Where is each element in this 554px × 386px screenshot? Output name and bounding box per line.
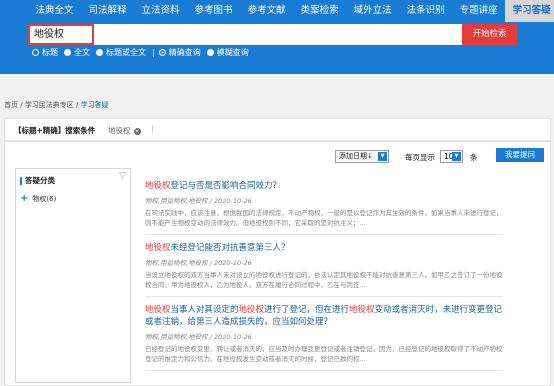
close-icon[interactable]: × <box>133 128 141 135</box>
search-button[interactable]: 开始检索 <box>462 24 517 45</box>
option-fuzzy[interactable]: 模糊查询 <box>206 47 249 58</box>
main-panel: 添加日期↓ ▼ 每页显示 10 ▼ 条 我要提问 答疑分类 ▽ + 物权(6) 地役权… <box>4 141 551 386</box>
highlight-term: 地役权 <box>145 305 171 315</box>
highlight-term: 地役权 <box>145 181 171 191</box>
highlight-term: 地役权 <box>349 305 375 315</box>
result-snippet: 已经登记的地役权变更、转让或者消灭的，应当及时办理变更登记或者注销登记。因为，已… <box>145 345 503 363</box>
title-text: 未经登记能否对抗善意第三人？ <box>170 243 290 253</box>
category-item-property[interactable]: + 物权(6) <box>20 193 56 204</box>
sort-select[interactable]: 添加日期↓ ▼ <box>335 150 389 163</box>
title-text: 进行了登记，但在进行 <box>264 305 350 315</box>
search-bar: 地役权 开始检索 <box>28 24 517 45</box>
result-snippet: 当设立地役权的双方当事人未对设立的地役权进行登记的，依法认定其地役权不能对抗善意… <box>145 271 503 289</box>
category-header: 答疑分类 <box>20 175 55 186</box>
category-panel: 答疑分类 ▽ + 物权(6) <box>15 168 131 383</box>
nav-item[interactable]: 立法资料 <box>134 0 187 22</box>
filter-label: 【标题+精确】搜索条件 <box>14 126 96 135</box>
breadcrumb: 首页 / 学习民法典专区 / 学习答疑 <box>4 101 109 109</box>
breadcrumb-current[interactable]: 学习答疑 <box>81 101 109 109</box>
breadcrumb-section[interactable]: 学习民法典专区 <box>25 101 74 109</box>
radio-icon <box>206 49 214 56</box>
nav-item[interactable]: 法典全文 <box>28 0 81 22</box>
search-input[interactable]: 地役权 <box>28 24 94 45</box>
highlight-term: 地役权 <box>238 305 265 315</box>
title-text: 登记与否是否影响合同效力？ <box>170 181 282 191</box>
header: 法典全文 司法解释 立法资料 参考图书 参考文献 类案检索 域外立法 法条识别 专题讲座 学习答疑… <box>0 0 554 74</box>
search-options: 标题 全文 标题或全文 | 精确查询 模糊查询 <box>32 47 255 58</box>
nav-item[interactable]: 司法解释 <box>81 0 134 22</box>
radio-icon <box>64 49 71 56</box>
option-exact[interactable]: 精确查询 <box>158 47 201 58</box>
ask-question-button[interactable]: 我要提问 <box>496 148 544 162</box>
chevron-down-icon: ▼ <box>452 152 461 161</box>
filter-bar: 【标题+精确】搜索条件 地役权 × | <box>4 118 551 141</box>
options-separator: | <box>152 48 155 57</box>
nav-item[interactable]: 类案检索 <box>293 0 346 22</box>
top-nav: 法典全文 司法解释 立法资料 参考图书 参考文献 类案检索 域外立法 法条识别 专题讲座 学习答疑 <box>28 0 554 22</box>
nav-item[interactable]: 参考文献 <box>240 0 293 22</box>
title-text: 当事人对其设定的 <box>170 305 239 315</box>
per-page-label: 每页显示 <box>405 153 435 162</box>
result-meta: 物权,用益物权,地役权 / 2020-10-26 <box>145 197 252 205</box>
nav-item[interactable]: 法条识别 <box>399 0 452 22</box>
radio-icon <box>96 49 103 56</box>
nav-item[interactable]: 学习答疑 <box>505 0 554 22</box>
breadcrumb-home[interactable]: 首页 <box>4 101 18 109</box>
page-size-select[interactable]: 10 ▼ <box>440 150 463 163</box>
unit-label: 条 <box>470 153 478 162</box>
result-item: 地役权当事人对其设定的地役权进行了登记，但在进行地役权变动或者消灭时，未进行变更… <box>145 297 503 371</box>
result-title[interactable]: 地役权登记与否是否影响合同效力？ <box>145 180 503 192</box>
result-snippet: 在司法实践中，应该注意，根据我国的法律规定，不动产物权，一般的是以登记作为其生效… <box>145 209 503 227</box>
result-title[interactable]: 地役权未经登记能否对抗善意第三人？ <box>145 242 503 254</box>
highlight-term: 地役权 <box>145 243 171 253</box>
radio-icon <box>32 49 39 56</box>
option-title[interactable]: 标题 <box>32 47 58 58</box>
results-list: 地役权登记与否是否影响合同效力？ 物权,用益物权,地役权 / 2020-10-26… <box>145 180 503 371</box>
plus-icon[interactable]: + <box>20 193 28 204</box>
option-title-or-fulltext[interactable]: 标题或全文 <box>96 47 146 58</box>
nav-item[interactable]: 参考图书 <box>187 0 240 22</box>
accent-bar <box>20 176 22 185</box>
chevron-down-icon: ▼ <box>378 152 387 161</box>
nav-item[interactable]: 专题讲座 <box>452 0 505 22</box>
result-meta: 物权,用益物权,地役权 / 2020-10-26 <box>145 259 252 267</box>
filter-divider: | <box>151 124 154 133</box>
result-meta: 物权,用益物权,地役权 / 2020-10-26 <box>145 333 252 341</box>
result-item: 地役权登记与否是否影响合同效力？ 物权,用益物权,地役权 / 2020-10-26… <box>145 180 503 235</box>
nav-item[interactable]: 域外立法 <box>346 0 399 22</box>
option-fulltext[interactable]: 全文 <box>64 47 90 58</box>
collapse-icon[interactable]: ▽ <box>119 171 126 181</box>
result-title[interactable]: 地役权当事人对其设定的地役权进行了登记，但在进行地役权变动或者消灭时，未进行变更… <box>145 304 503 328</box>
result-item: 地役权未经登记能否对抗善意第三人？ 物权,用益物权,地役权 / 2020-10-2… <box>145 235 503 297</box>
radio-selected-icon <box>158 49 166 56</box>
filter-tag: 地役权 × <box>108 126 141 135</box>
